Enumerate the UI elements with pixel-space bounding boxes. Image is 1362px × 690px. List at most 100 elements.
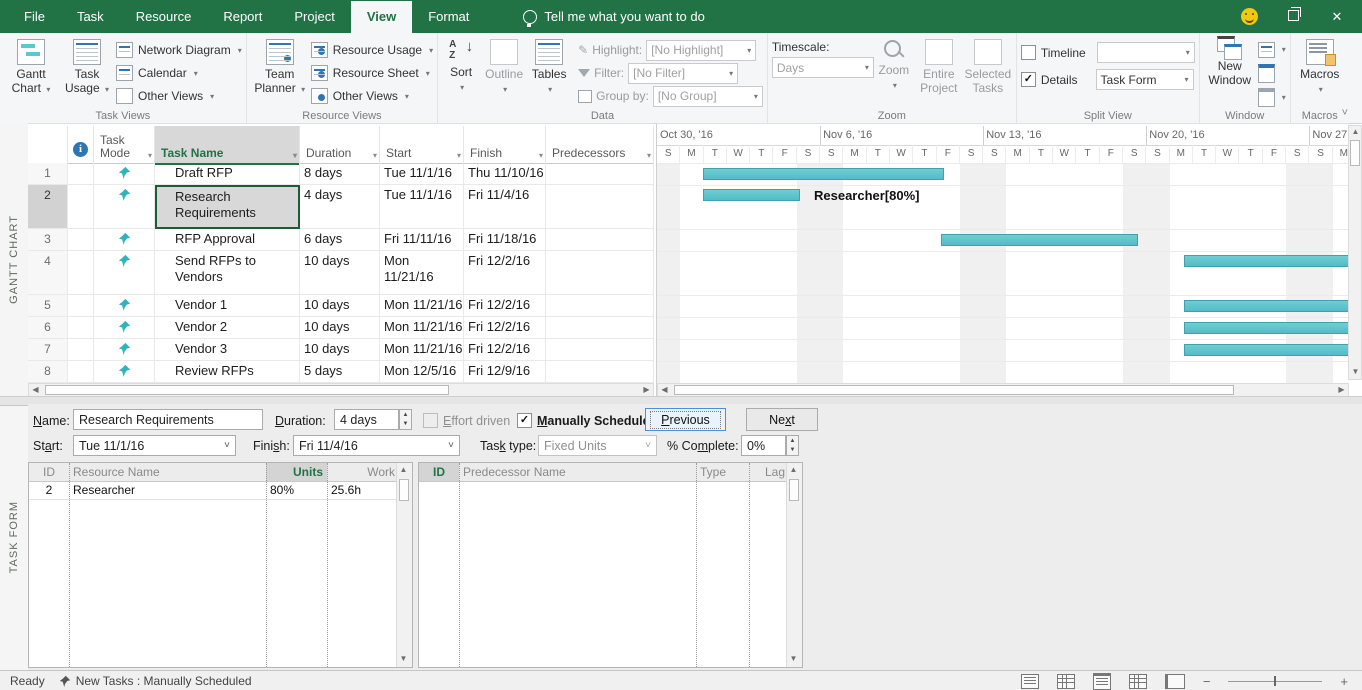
task-cell-name[interactable]: Review RFPs xyxy=(155,361,300,383)
task-cell-duration[interactable]: 4 days xyxy=(300,185,380,229)
feedback-smiley-icon[interactable] xyxy=(1241,8,1258,25)
task-cell-finish[interactable]: Fri 12/2/16 xyxy=(464,295,546,317)
sort-button[interactable]: AZ Sort▾ xyxy=(442,36,480,107)
task-cell-info[interactable] xyxy=(68,317,94,339)
hide-window-button[interactable] xyxy=(1258,64,1286,84)
tab-project[interactable]: Project xyxy=(278,1,350,33)
task-cell-mode[interactable] xyxy=(94,163,155,185)
tell-me-box[interactable]: Tell me what you want to do xyxy=(509,0,718,33)
task-cell-pred[interactable] xyxy=(546,295,654,317)
zoom-slider-thumb[interactable] xyxy=(1274,676,1276,686)
task-cell-duration[interactable]: 10 days xyxy=(300,251,380,295)
task-cell-info[interactable] xyxy=(68,163,94,185)
tab-report[interactable]: Report xyxy=(207,1,278,33)
team-planner-button[interactable]: Team Planner ▾ xyxy=(251,36,309,107)
task-cell-rownum[interactable]: 3 xyxy=(28,229,68,251)
task-cell-finish[interactable]: Fri 12/2/16 xyxy=(464,317,546,339)
task-cell-finish[interactable]: Fri 12/2/16 xyxy=(464,251,546,295)
details-checkbox[interactable] xyxy=(1021,72,1036,87)
gantt-bar[interactable] xyxy=(1184,300,1349,312)
task-cell-pred[interactable] xyxy=(546,185,654,229)
task-cell-info[interactable] xyxy=(68,295,94,317)
scroll-down-icon[interactable]: ▼ xyxy=(397,653,410,666)
name-input[interactable]: Research Requirements xyxy=(73,409,263,430)
task-cell-start[interactable]: Mon 11/21/16 xyxy=(380,251,464,295)
collapse-ribbon-icon[interactable]: ˅ xyxy=(1342,107,1348,119)
task-cell-rownum[interactable]: 6 xyxy=(28,317,68,339)
task-cell-pred[interactable] xyxy=(546,163,654,185)
duration-input[interactable]: 4 days xyxy=(334,409,399,430)
scroll-down-icon[interactable]: ▼ xyxy=(787,653,800,666)
column-header-duration[interactable]: Duration▾ xyxy=(300,126,380,164)
effort-driven-checkbox[interactable] xyxy=(423,413,438,428)
column-header-info[interactable]: i xyxy=(68,126,94,164)
task-cell-duration[interactable]: 10 days xyxy=(300,339,380,361)
group-by-dropdown[interactable]: [No Group]▾ xyxy=(653,86,763,107)
gantt-bar[interactable] xyxy=(1184,344,1349,356)
zoom-out-button[interactable]: − xyxy=(1203,674,1211,689)
task-cell-duration[interactable]: 6 days xyxy=(300,229,380,251)
restore-button[interactable] xyxy=(1284,9,1302,24)
task-cell-pred[interactable] xyxy=(546,339,654,361)
table-hscroll-thumb[interactable] xyxy=(45,385,449,395)
details-dropdown[interactable]: Task Form▾ xyxy=(1096,69,1194,90)
task-cell-mode[interactable] xyxy=(94,229,155,251)
task-cell-name[interactable]: RFP Approval xyxy=(155,229,300,251)
task-cell-info[interactable] xyxy=(68,361,94,383)
filter-chevron-icon[interactable]: ▾ xyxy=(293,151,297,160)
task-cell-mode[interactable] xyxy=(94,317,155,339)
calendar-button[interactable]: Calendar▾ xyxy=(116,63,242,83)
zoom-in-button[interactable]: + xyxy=(1340,674,1348,689)
task-cell-finish[interactable]: Fri 11/4/16 xyxy=(464,185,546,229)
resource-grid-vscrollbar[interactable]: ▲▼ xyxy=(396,463,412,667)
task-cell-rownum[interactable]: 5 xyxy=(28,295,68,317)
zoom-button[interactable]: Zoom▾ xyxy=(874,36,914,107)
chart-hscrollbar[interactable]: ◀▶ xyxy=(657,383,1349,397)
other-views-resource-button[interactable]: Other Views▾ xyxy=(311,86,433,106)
resource-grid-column-header[interactable]: Units xyxy=(266,463,327,481)
previous-button[interactable]: Previous xyxy=(645,408,726,431)
task-cell-pred[interactable] xyxy=(546,317,654,339)
gantt-chart-button[interactable]: Gantt Chart ▾ xyxy=(4,36,58,107)
duration-spinner[interactable]: ▲▼ xyxy=(399,409,412,430)
task-cell-start[interactable]: Mon 11/21/16 xyxy=(380,339,464,361)
team-planner-view-icon[interactable] xyxy=(1093,673,1111,690)
task-cell-rownum[interactable]: 1 xyxy=(28,163,68,185)
column-header-finish[interactable]: Finish▾ xyxy=(464,126,546,164)
timescale-dropdown[interactable]: Days▾ xyxy=(772,57,874,78)
task-cell-start[interactable]: Mon 12/5/16 xyxy=(380,361,464,383)
tab-format[interactable]: Format xyxy=(412,1,485,33)
finish-combobox[interactable]: Fri 11/4/16˅ xyxy=(293,435,460,456)
resource-grid-column-header[interactable]: Work xyxy=(327,463,399,481)
outline-button[interactable]: Outline▾ xyxy=(482,36,526,107)
task-cell-pred[interactable] xyxy=(546,229,654,251)
scroll-up-icon[interactable]: ▲ xyxy=(1349,126,1362,139)
filter-chevron-icon[interactable]: ▾ xyxy=(457,151,461,160)
gantt-bar[interactable] xyxy=(1184,322,1349,334)
chart-vscroll-thumb[interactable] xyxy=(1350,140,1360,166)
resource-grid-cell[interactable]: 80% xyxy=(266,481,327,499)
gantt-bar[interactable] xyxy=(703,168,944,180)
task-cell-mode[interactable] xyxy=(94,185,155,229)
other-views-button[interactable]: Other Views▾ xyxy=(116,86,242,106)
macros-button[interactable]: Macros▾ xyxy=(1295,36,1345,107)
tab-task[interactable]: Task xyxy=(61,1,120,33)
resource-grid-cell[interactable]: Researcher xyxy=(69,481,266,499)
scroll-down-icon[interactable]: ▼ xyxy=(1349,366,1362,379)
task-cell-info[interactable] xyxy=(68,251,94,295)
task-cell-duration[interactable]: 10 days xyxy=(300,295,380,317)
task-cell-mode[interactable] xyxy=(94,295,155,317)
task-cell-name[interactable]: Vendor 3 xyxy=(155,339,300,361)
predecessor-grid-vscroll-thumb[interactable] xyxy=(789,479,799,501)
gantt-chart-view-icon[interactable] xyxy=(1021,674,1039,689)
task-cell-duration[interactable]: 5 days xyxy=(300,361,380,383)
task-cell-info[interactable] xyxy=(68,339,94,361)
task-cell-duration[interactable]: 8 days xyxy=(300,163,380,185)
task-cell-mode[interactable] xyxy=(94,339,155,361)
arrange-all-button[interactable]: ▾ xyxy=(1258,40,1286,60)
task-cell-duration[interactable]: 10 days xyxy=(300,317,380,339)
pct-complete-spinner[interactable]: ▲▼ xyxy=(786,435,799,456)
task-cell-name[interactable]: Draft RFP xyxy=(155,163,300,185)
task-cell-pred[interactable] xyxy=(546,251,654,295)
chart-vertical-scrollbar[interactable]: ▲ ▼ xyxy=(1348,125,1362,380)
